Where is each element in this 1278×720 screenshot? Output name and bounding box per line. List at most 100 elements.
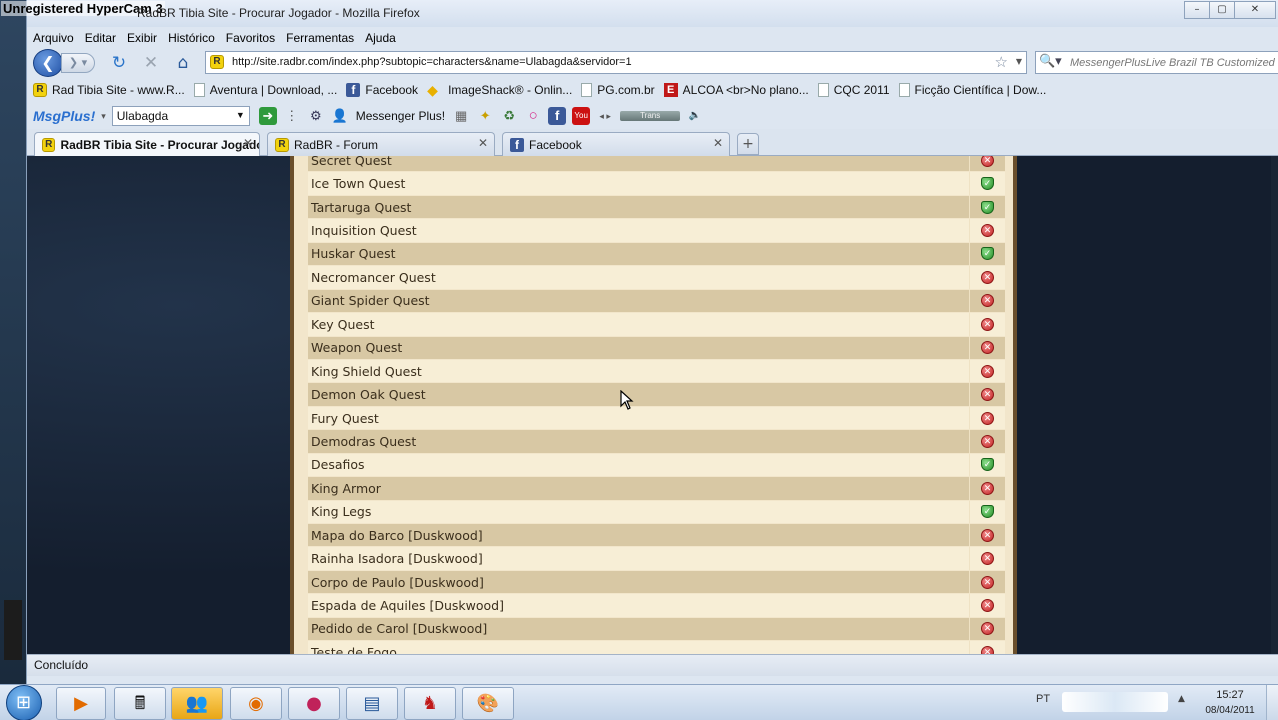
- bookmark-rad-tibia[interactable]: R Rad Tibia Site - www.R...: [33, 83, 185, 97]
- quest-status-cell: ✕: [969, 383, 1005, 406]
- quest-row: Tartaruga Quest ✓: [308, 195, 1005, 220]
- gear-icon[interactable]: ⚙: [307, 107, 325, 125]
- msgplus-logo[interactable]: MsgPlus!: [33, 108, 95, 124]
- msgplus-search-input[interactable]: Ulabagda ▼: [111, 106, 250, 126]
- quest-name: Rainha Isadora [Duskwood]: [311, 551, 483, 567]
- quest-name: Ice Town Quest: [311, 176, 406, 192]
- page-scrollbar[interactable]: [1271, 156, 1278, 654]
- cross-circle-icon: ✕: [981, 317, 994, 331]
- app-taskbar-icon[interactable]: 🖩: [114, 687, 166, 720]
- magic-wand-icon[interactable]: ✦: [476, 107, 494, 125]
- show-desktop-button[interactable]: [1266, 685, 1278, 720]
- show-hidden-icons-icon[interactable]: ▲: [1178, 694, 1185, 704]
- menu-ajuda[interactable]: Ajuda: [365, 31, 396, 45]
- check-shield-icon: ✓: [981, 505, 994, 519]
- close-button[interactable]: ✕: [1234, 1, 1276, 19]
- youtube-icon[interactable]: You: [572, 107, 591, 125]
- tibia-taskbar-icon[interactable]: ♞: [404, 687, 456, 720]
- quest-row: Fury Quest ✕: [308, 406, 1005, 431]
- url-text: http://site.radbr.com/index.php?subtopic…: [232, 56, 632, 68]
- cross-circle-icon: ✕: [981, 528, 994, 542]
- reload-icon[interactable]: ↻: [109, 53, 129, 73]
- user-icon[interactable]: 👤: [331, 107, 349, 125]
- bookmark-alcoa[interactable]: E ALCOA <br>No plano...: [663, 83, 809, 97]
- media-player-taskbar-icon[interactable]: ▶: [56, 687, 106, 720]
- menu-ferramentas[interactable]: Ferramentas: [286, 31, 354, 45]
- cross-circle-icon: ✕: [981, 599, 994, 613]
- quest-name: Demon Oak Quest: [311, 387, 426, 403]
- menu-favoritos[interactable]: Favoritos: [226, 31, 275, 45]
- quest-name: Teste de Fogo: [311, 644, 397, 654]
- cross-circle-icon: ✕: [981, 622, 994, 636]
- menu-editar[interactable]: Editar: [85, 31, 116, 45]
- messenger-taskbar-icon[interactable]: 👥: [171, 687, 223, 720]
- bookmark-ficcao[interactable]: Ficção Científica | Dow...: [898, 83, 1046, 97]
- home-icon[interactable]: ⌂: [173, 53, 193, 73]
- facebook-toolbar-icon[interactable]: f: [548, 107, 567, 125]
- bookmark-imageshack[interactable]: ◆ ImageShack® - Onlin...: [427, 83, 572, 97]
- menu-bar: Arquivo Editar Exibir Histórico Favorito…: [27, 27, 1278, 48]
- page-icon: [193, 83, 205, 97]
- msgplus-toolbar: MsgPlus! ▾ Ulabagda ▼ ➜ ⋮ ⚙ 👤 Messenger …: [27, 103, 1278, 129]
- menu-arquivo[interactable]: Arquivo: [33, 31, 74, 45]
- network-taskbar-icon[interactable]: ▤: [346, 687, 398, 720]
- tab-close-icon[interactable]: ✕: [713, 136, 723, 150]
- firefox-taskbar-icon[interactable]: ◉: [230, 687, 282, 720]
- tab-close-icon[interactable]: ✕: [478, 136, 488, 150]
- new-tab-button[interactable]: +: [737, 133, 759, 155]
- window-controls: – ▢ ✕: [1184, 1, 1276, 19]
- language-indicator[interactable]: PT: [1036, 693, 1050, 705]
- bookmark-pg[interactable]: PG.com.br: [581, 83, 655, 97]
- menu-historico[interactable]: Histórico: [168, 31, 215, 45]
- quest-panel: Secret Quest ✕ Ice Town Quest ✓ Tartaruga Qu…: [290, 156, 1017, 654]
- bookmark-facebook[interactable]: f Facebook: [346, 83, 418, 97]
- start-button[interactable]: ⊞: [6, 685, 42, 720]
- orkut-icon[interactable]: ○: [524, 107, 542, 125]
- minimize-button[interactable]: –: [1184, 1, 1210, 19]
- media-controls-icon[interactable]: ◂ ▸: [596, 107, 614, 125]
- cross-circle-icon: ✕: [981, 552, 994, 566]
- cross-circle-icon: ✕: [981, 270, 994, 284]
- quest-list: Secret Quest ✕ Ice Town Quest ✓ Tartaruga Qu…: [308, 156, 1005, 654]
- search-engine-icon[interactable]: 🔍▾: [1039, 54, 1062, 69]
- tab-facebook[interactable]: f Facebook ✕: [502, 132, 730, 156]
- forward-button[interactable]: ❯ ▾: [61, 53, 95, 73]
- quest-row: Key Quest ✕: [308, 313, 1005, 337]
- messenger-plus-menu[interactable]: Messenger Plus!: [356, 109, 445, 123]
- games-icon[interactable]: ▦: [452, 107, 470, 125]
- search-bar[interactable]: 🔍▾ MessengerPlusLive Brazil TB Customize…: [1035, 51, 1278, 74]
- msgplus-menu-icon[interactable]: ▾: [101, 111, 106, 122]
- tab-procurar-jogador[interactable]: R RadBR Tibia Site - Procurar Jogador ✕: [34, 132, 260, 157]
- quest-row: King Legs ✓: [308, 500, 1005, 524]
- bookmark-star-icon[interactable]: ☆: [995, 53, 1008, 71]
- ball-app-taskbar-icon[interactable]: ●: [288, 687, 340, 720]
- quest-name: Secret Quest: [311, 156, 392, 168]
- url-dropdown-icon[interactable]: ▼: [1016, 57, 1022, 66]
- quest-status-cell: ✕: [969, 359, 1005, 383]
- recycle-icon[interactable]: ♻: [500, 107, 518, 125]
- tab-close-icon[interactable]: ✕: [243, 136, 253, 150]
- volume-icon[interactable]: 🔈: [686, 107, 704, 125]
- trans-slider[interactable]: Trans: [620, 111, 681, 121]
- cross-circle-icon: ✕: [981, 224, 994, 238]
- paint-taskbar-icon[interactable]: 🎨: [462, 687, 514, 720]
- options-icon[interactable]: ⋮: [283, 107, 301, 125]
- go-arrow-icon[interactable]: ➜: [258, 107, 277, 125]
- tab-forum[interactable]: R RadBR - Forum ✕: [267, 132, 495, 156]
- clock-time[interactable]: 15:27: [1198, 689, 1262, 701]
- dropdown-icon[interactable]: ▼: [236, 110, 245, 120]
- clock-date[interactable]: 08/04/2011: [1198, 705, 1262, 716]
- quest-name: King Legs: [311, 504, 372, 520]
- stop-icon[interactable]: ✕: [141, 53, 161, 73]
- quest-row: Teste de Fogo ✕: [308, 641, 1005, 654]
- quest-status-cell: ✕: [969, 524, 1005, 547]
- quest-row: Ice Town Quest ✓: [308, 172, 1005, 196]
- menu-exibir[interactable]: Exibir: [127, 31, 157, 45]
- bookmark-aventura[interactable]: Aventura | Download, ...: [193, 83, 337, 97]
- back-button[interactable]: ❮: [33, 49, 63, 77]
- quest-status-cell: ✕: [969, 219, 1005, 242]
- address-bar[interactable]: R http://site.radbr.com/index.php?subtop…: [205, 51, 1027, 74]
- maximize-button[interactable]: ▢: [1209, 1, 1235, 19]
- page-content: Secret Quest ✕ Ice Town Quest ✓ Tartaruga Qu…: [27, 156, 1278, 654]
- bookmark-cqc[interactable]: CQC 2011: [817, 83, 890, 97]
